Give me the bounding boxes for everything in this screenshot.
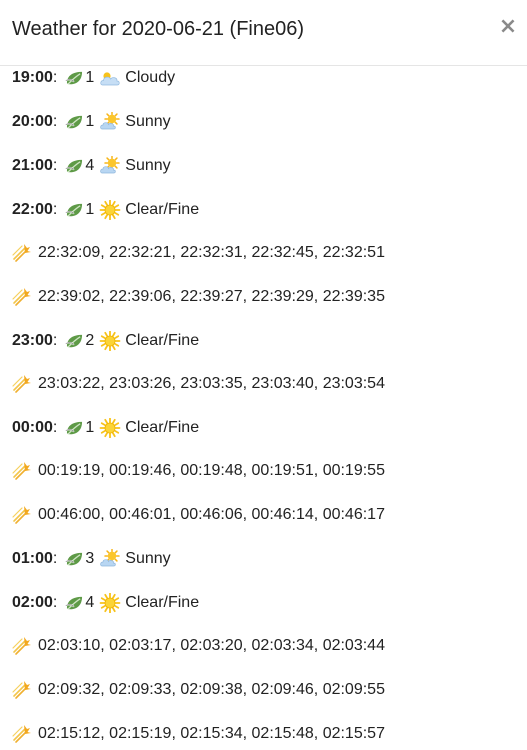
hour-time: 20:00 xyxy=(12,113,53,130)
shooting-star-row: 22:32:09, 22:32:21, 22:32:31, 22:32:45, … xyxy=(12,240,385,266)
shooting-star-icon xyxy=(12,505,32,525)
hour-time: 02:00 xyxy=(12,594,53,611)
shooting-star-row: 00:19:19, 00:19:46, 00:19:48, 00:19:51, … xyxy=(12,458,385,484)
sunny-icon xyxy=(99,155,121,176)
sun-icon xyxy=(99,592,121,614)
hour-time: 22:00 xyxy=(12,201,53,218)
hour-row: 01:00: 3 Sunny xyxy=(12,546,171,572)
close-icon: × xyxy=(498,14,518,39)
hour-time: 21:00 xyxy=(12,157,53,174)
time-colon: : xyxy=(52,594,58,611)
sun-icon xyxy=(99,199,121,221)
shooting-star-row: 02:09:32, 02:09:33, 02:09:38, 02:09:46, … xyxy=(12,677,385,703)
shooting-star-icon xyxy=(12,724,32,744)
time-colon: : xyxy=(52,419,58,436)
sun-icon xyxy=(99,417,121,439)
shooting-star-times: 23:03:22, 23:03:26, 23:03:35, 23:03:40, … xyxy=(38,375,385,392)
time-colon: : xyxy=(52,332,58,349)
time-colon: : xyxy=(52,201,58,218)
shooting-star-icon xyxy=(12,287,32,307)
shooting-star-row: 02:15:12, 02:15:19, 02:15:34, 02:15:48, … xyxy=(12,721,385,747)
hour-row: 21:00: 4 Sunny xyxy=(12,153,171,179)
wind-level: 1 xyxy=(85,419,95,436)
wind-level: 4 xyxy=(85,594,95,611)
wind-leaf-icon xyxy=(65,333,84,350)
shooting-star-times: 02:03:10, 02:03:17, 02:03:20, 02:03:34, … xyxy=(38,637,385,654)
wind-leaf-icon xyxy=(65,70,84,87)
hour-time: 23:00 xyxy=(12,332,53,349)
condition-label: Clear/Fine xyxy=(125,332,200,349)
wind-level: 3 xyxy=(85,550,95,567)
hour-time: 01:00 xyxy=(12,550,53,567)
wind-leaf-icon xyxy=(65,551,84,568)
sunny-icon xyxy=(99,548,121,569)
hour-row: 02:00: 4 Clear/Fine xyxy=(12,590,199,616)
hour-row: 23:00: 2 Clear/Fine xyxy=(12,328,199,354)
hour-row: 20:00: 1 Sunny xyxy=(12,109,171,135)
close-button[interactable]: × xyxy=(497,14,519,40)
shooting-star-row: 00:46:00, 00:46:01, 00:46:06, 00:46:14, … xyxy=(12,502,385,528)
sunny-icon xyxy=(99,111,121,132)
wind-level: 1 xyxy=(85,69,95,86)
shooting-star-icon xyxy=(12,243,32,263)
hour-row: 22:00: 1 Clear/Fine xyxy=(12,197,199,223)
wind-level: 1 xyxy=(85,201,95,218)
wind-level: 1 xyxy=(85,113,95,130)
shooting-star-times: 02:15:12, 02:15:19, 02:15:34, 02:15:48, … xyxy=(38,725,385,742)
time-colon: : xyxy=(52,157,58,174)
hour-time: 00:00 xyxy=(12,419,53,436)
shooting-star-times: 02:09:32, 02:09:33, 02:09:38, 02:09:46, … xyxy=(38,681,385,698)
wind-leaf-icon xyxy=(65,202,84,219)
hour-row: 00:00: 1 Clear/Fine xyxy=(12,415,199,441)
wind-leaf-icon xyxy=(65,158,84,175)
wind-level: 4 xyxy=(85,157,95,174)
modal-header: Weather for 2020-06-21 (Fine06) × xyxy=(0,0,527,66)
condition-label: Sunny xyxy=(125,113,171,130)
hour-time: 19:00 xyxy=(12,69,53,86)
condition-label: Sunny xyxy=(125,157,171,174)
hour-row: 19:00: 1 Cloudy xyxy=(12,65,175,91)
time-colon: : xyxy=(52,69,58,86)
time-colon: : xyxy=(52,113,58,130)
shooting-star-times: 22:32:09, 22:32:21, 22:32:31, 22:32:45, … xyxy=(38,244,385,261)
wind-leaf-icon xyxy=(65,114,84,131)
condition-label: Clear/Fine xyxy=(125,419,200,436)
modal-title: Weather for 2020-06-21 (Fine06) xyxy=(12,18,305,40)
weather-modal: Weather for 2020-06-21 (Fine06) × 19:00:… xyxy=(0,0,527,750)
shooting-star-row: 22:39:02, 22:39:06, 22:39:27, 22:39:29, … xyxy=(12,284,385,310)
cloudy-icon xyxy=(99,68,121,88)
shooting-star-icon xyxy=(12,636,32,656)
shooting-star-row: 02:03:10, 02:03:17, 02:03:20, 02:03:34, … xyxy=(12,633,385,659)
condition-label: Cloudy xyxy=(125,69,176,86)
sun-icon xyxy=(99,330,121,352)
shooting-star-times: 22:39:02, 22:39:06, 22:39:27, 22:39:29, … xyxy=(38,288,385,305)
condition-label: Clear/Fine xyxy=(125,594,200,611)
shooting-star-times: 00:19:19, 00:19:46, 00:19:48, 00:19:51, … xyxy=(38,462,385,479)
shooting-star-icon xyxy=(12,461,32,481)
wind-leaf-icon xyxy=(65,420,84,437)
condition-label: Clear/Fine xyxy=(125,201,200,218)
wind-leaf-icon xyxy=(65,595,84,612)
shooting-star-times: 00:46:00, 00:46:01, 00:46:06, 00:46:14, … xyxy=(38,506,385,523)
time-colon: : xyxy=(52,550,58,567)
shooting-star-row: 23:03:22, 23:03:26, 23:03:35, 23:03:40, … xyxy=(12,371,385,397)
condition-label: Sunny xyxy=(125,550,171,567)
shooting-star-icon xyxy=(12,680,32,700)
shooting-star-icon xyxy=(12,374,32,394)
wind-level: 2 xyxy=(85,332,95,349)
